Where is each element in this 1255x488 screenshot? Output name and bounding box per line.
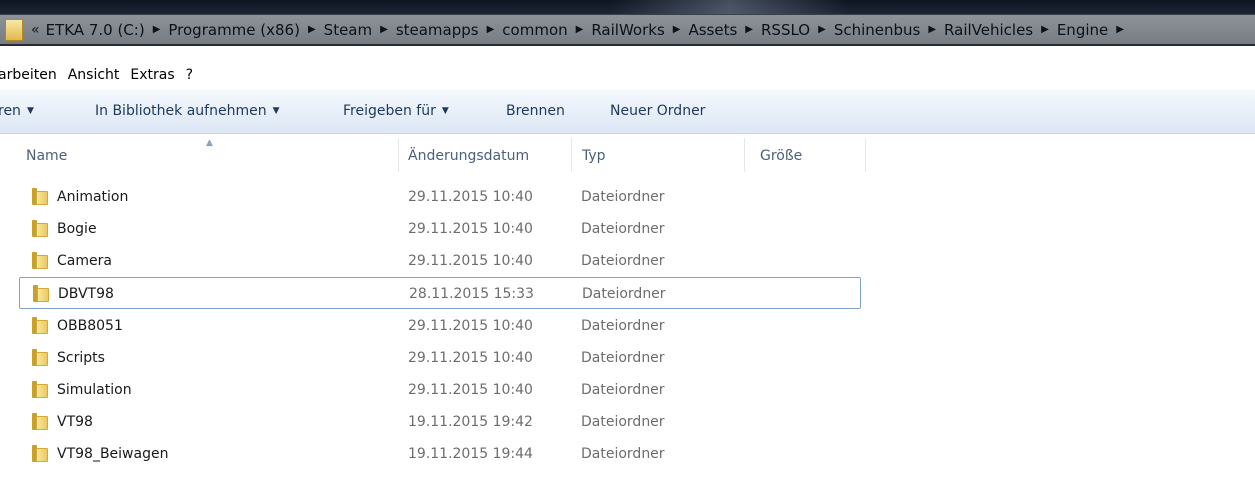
file-date: 29.11.2015 10:40 xyxy=(408,318,533,334)
menu-edit[interactable]: arbeiten xyxy=(0,67,57,83)
breadcrumb-item[interactable]: RailVehicles xyxy=(944,21,1033,39)
file-name: DBVT98 xyxy=(58,286,114,302)
breadcrumb-item[interactable]: Programme (x86) xyxy=(168,21,300,39)
menu-help[interactable]: ? xyxy=(186,67,193,83)
folder-icon xyxy=(32,317,49,334)
chevron-down-icon: ▼ xyxy=(26,106,34,116)
file-type: Dateiordner xyxy=(581,350,665,366)
column-type[interactable]: Typ xyxy=(582,144,606,178)
folder-icon xyxy=(32,381,49,398)
menu-view[interactable]: Ansicht xyxy=(68,67,120,83)
burn-button[interactable]: Brennen xyxy=(506,103,565,119)
file-type: Dateiordner xyxy=(581,189,665,205)
organize-label: ren xyxy=(0,103,21,119)
chevron-right-icon[interactable]: ▶ xyxy=(818,24,826,35)
chevron-right-icon[interactable]: ▶ xyxy=(1041,24,1049,35)
chevron-right-icon[interactable]: ▶ xyxy=(380,24,388,35)
folder-icon xyxy=(32,188,49,205)
file-name: VT98 xyxy=(57,414,93,430)
list-item-selected[interactable]: DBVT98 28.11.2015 15:33 Dateiordner xyxy=(19,277,861,309)
column-divider[interactable] xyxy=(865,138,866,172)
chevron-right-icon[interactable]: ▶ xyxy=(576,24,584,35)
breadcrumb-overflow[interactable]: « xyxy=(31,22,40,38)
file-date: 29.11.2015 10:40 xyxy=(408,382,533,398)
list-item[interactable]: OBB8051 29.11.2015 10:40 Dateiordner xyxy=(19,310,861,342)
breadcrumb-item[interactable]: RailWorks xyxy=(591,21,664,39)
menu-tools[interactable]: Extras xyxy=(130,67,174,83)
folder-icon xyxy=(32,445,49,462)
file-date: 19.11.2015 19:44 xyxy=(408,446,533,462)
column-divider[interactable] xyxy=(571,138,572,172)
file-name: Simulation xyxy=(57,382,132,398)
list-item[interactable]: Simulation 29.11.2015 10:40 Dateiordner xyxy=(19,374,861,406)
list-item[interactable]: VT98_Beiwagen 19.11.2015 19:44 Dateiordn… xyxy=(19,438,861,470)
file-type: Dateiordner xyxy=(581,414,665,430)
column-divider[interactable] xyxy=(744,138,745,172)
list-item[interactable]: Bogie 29.11.2015 10:40 Dateiordner xyxy=(19,213,861,245)
organize-button[interactable]: ren ▼ xyxy=(0,103,34,119)
folder-icon xyxy=(32,252,49,269)
column-header-row: ▲ Name Änderungsdatum Typ Größe xyxy=(0,134,1255,178)
breadcrumb-item[interactable]: Schinenbus xyxy=(834,21,921,39)
folder-icon xyxy=(32,413,49,430)
file-date: 19.11.2015 19:42 xyxy=(408,414,533,430)
file-date: 29.11.2015 10:40 xyxy=(408,221,533,237)
file-type: Dateiordner xyxy=(581,253,665,269)
chevron-right-icon[interactable]: ▶ xyxy=(308,24,316,35)
file-date: 29.11.2015 10:40 xyxy=(408,350,533,366)
breadcrumb-item[interactable]: ETKA 7.0 (C:) xyxy=(46,21,145,39)
file-name: VT98_Beiwagen xyxy=(57,446,169,462)
folder-icon xyxy=(5,18,23,41)
file-name: Animation xyxy=(57,189,129,205)
chevron-right-icon[interactable]: ▶ xyxy=(928,24,936,35)
file-name: Camera xyxy=(57,253,112,269)
breadcrumb-item[interactable]: common xyxy=(502,21,567,39)
column-size[interactable]: Größe xyxy=(760,144,802,178)
column-name[interactable]: Name xyxy=(26,144,67,178)
file-type: Dateiordner xyxy=(581,446,665,462)
toolbar: ren ▼ In Bibliothek aufnehmen ▼ Freigebe… xyxy=(0,90,1255,134)
chevron-right-icon[interactable]: ▶ xyxy=(153,24,161,35)
column-date-modified[interactable]: Änderungsdatum xyxy=(408,144,529,178)
file-type: Dateiordner xyxy=(582,286,666,302)
list-item[interactable]: Animation 29.11.2015 10:40 Dateiordner xyxy=(19,181,861,213)
file-name: Scripts xyxy=(57,350,105,366)
file-date: 29.11.2015 10:40 xyxy=(408,253,533,269)
sort-ascending-icon: ▲ xyxy=(206,138,213,148)
file-type: Dateiordner xyxy=(581,382,665,398)
chevron-right-icon[interactable]: ▶ xyxy=(745,24,753,35)
list-item[interactable]: VT98 19.11.2015 19:42 Dateiordner xyxy=(19,406,861,438)
folder-icon xyxy=(32,349,49,366)
title-glint xyxy=(610,0,850,14)
file-date: 28.11.2015 15:33 xyxy=(409,286,534,302)
breadcrumb-item[interactable]: Engine xyxy=(1057,21,1108,39)
file-name: Bogie xyxy=(57,221,97,237)
file-type: Dateiordner xyxy=(581,221,665,237)
new-folder-button[interactable]: Neuer Ordner xyxy=(610,103,705,119)
chevron-right-icon[interactable]: ▶ xyxy=(1116,24,1124,35)
window-top-strip xyxy=(0,0,1255,14)
breadcrumb-item[interactable]: Assets xyxy=(688,21,737,39)
chevron-right-icon[interactable]: ▶ xyxy=(673,24,681,35)
chevron-down-icon: ▼ xyxy=(272,106,280,116)
file-date: 29.11.2015 10:40 xyxy=(408,189,533,205)
chevron-right-icon[interactable]: ▶ xyxy=(487,24,495,35)
folder-icon xyxy=(33,285,50,302)
include-in-library-label: In Bibliothek aufnehmen xyxy=(95,103,267,119)
column-divider[interactable] xyxy=(398,138,399,172)
menu-bar: arbeiten Ansicht Extras ? xyxy=(0,62,1255,88)
breadcrumb-item[interactable]: steamapps xyxy=(396,21,479,39)
share-with-label: Freigeben für xyxy=(343,103,436,119)
address-bar[interactable]: « ETKA 7.0 (C:) ▶ Programme (x86) ▶ Stea… xyxy=(0,14,1255,46)
list-item[interactable]: Camera 29.11.2015 10:40 Dateiordner xyxy=(19,245,861,277)
file-type: Dateiordner xyxy=(581,318,665,334)
breadcrumb-item[interactable]: RSSLO xyxy=(761,21,810,39)
breadcrumb-item[interactable]: Steam xyxy=(324,21,372,39)
chevron-down-icon: ▼ xyxy=(441,106,449,116)
file-name: OBB8051 xyxy=(57,318,123,334)
include-in-library-button[interactable]: In Bibliothek aufnehmen ▼ xyxy=(95,103,280,119)
share-with-button[interactable]: Freigeben für ▼ xyxy=(343,103,449,119)
list-item[interactable]: Scripts 29.11.2015 10:40 Dateiordner xyxy=(19,342,861,374)
folder-icon xyxy=(32,220,49,237)
